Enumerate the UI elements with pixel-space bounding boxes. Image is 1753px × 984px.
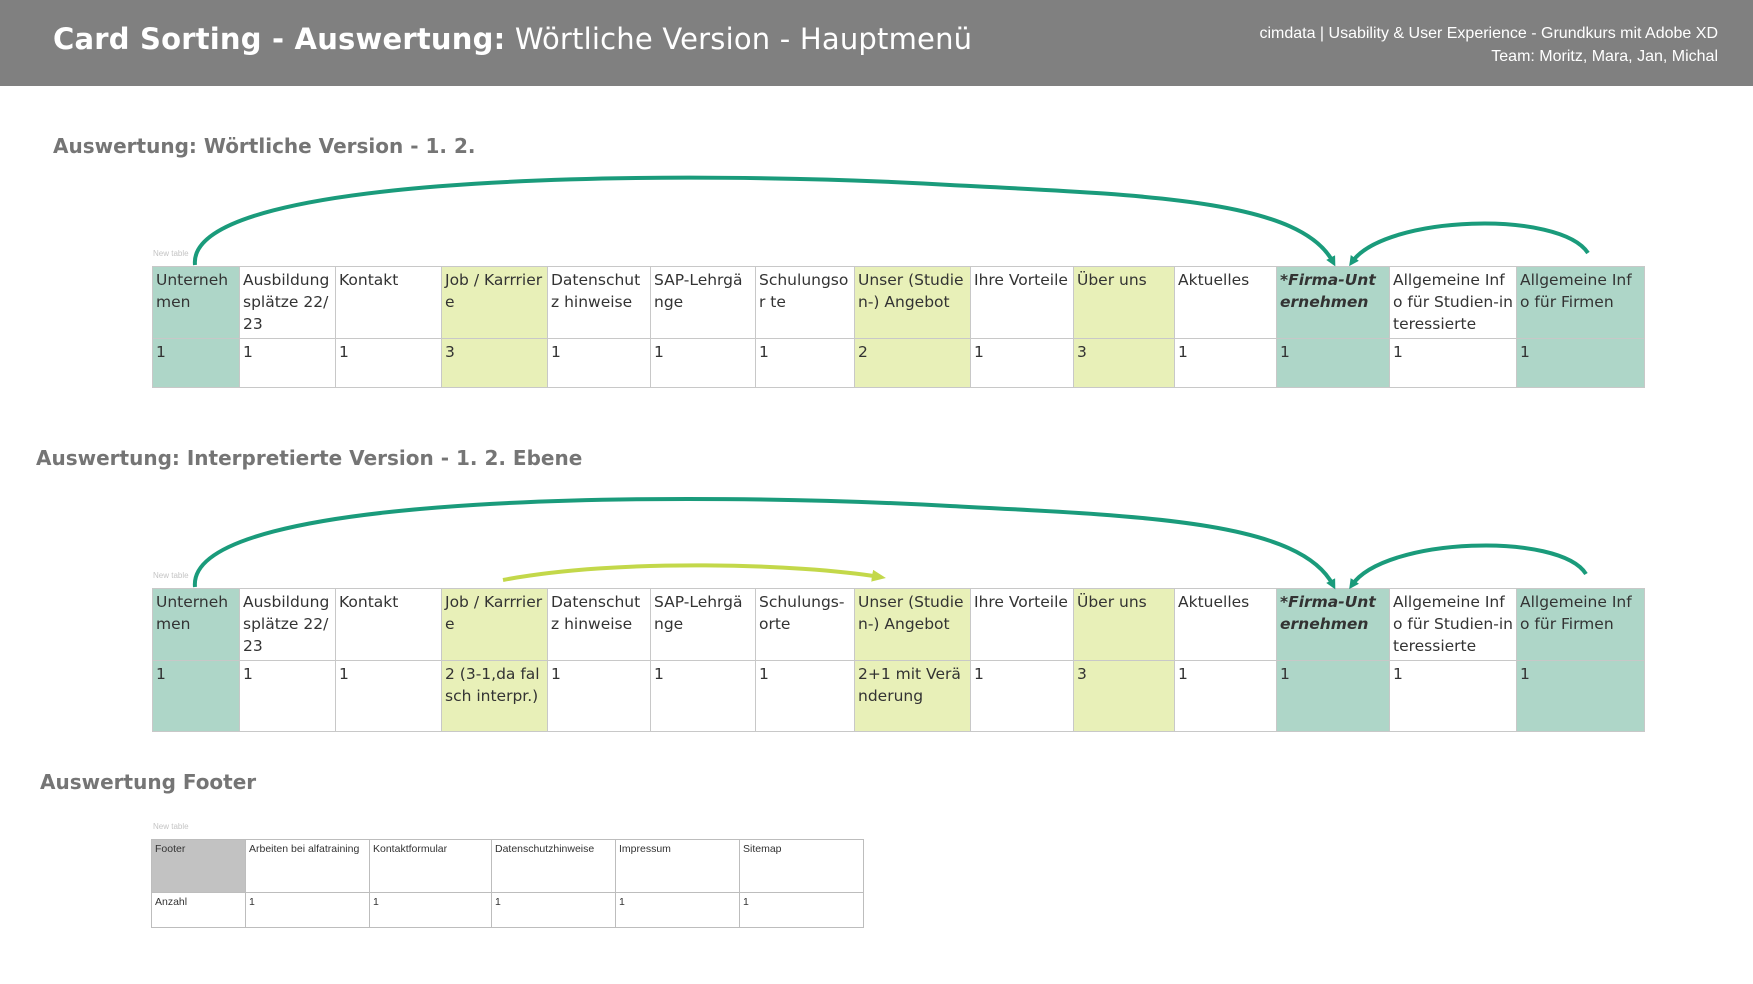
- table-header-cell: Ihre Vorteile: [970, 588, 1074, 661]
- table-header-cell: Aktuelles: [1174, 588, 1277, 661]
- table-header-cell: Arbeiten bei alfatraining: [245, 839, 370, 893]
- literal-section-title: Auswertung: Wörtliche Version - 1. 2.: [53, 134, 476, 158]
- table-value-cell: 1: [239, 660, 336, 732]
- table-value-cell: 1: [970, 338, 1074, 388]
- table-value-cell: 1: [1389, 338, 1517, 388]
- table-header-cell: Job / Karrriere: [441, 588, 548, 661]
- table-value-cell: 1: [547, 660, 651, 732]
- table-value-cell: 1: [1276, 338, 1390, 388]
- table-header-cell: Job / Karrriere: [441, 266, 548, 339]
- table-value-cell: 1: [335, 338, 442, 388]
- table-value-cell: 1: [245, 892, 370, 928]
- table-value-cell: 3: [1073, 660, 1175, 732]
- arrow-unternehmen-to-firma: [192, 175, 1336, 267]
- table-header-cell: Aktuelles: [1174, 266, 1277, 339]
- course-info: cimdata | Usability & User Experience - …: [1259, 25, 1718, 42]
- table-value-cell: 1: [1174, 338, 1277, 388]
- table-value-cell: 2 (3-1,da falsch interpr.): [441, 660, 548, 732]
- table-value-cell: 1: [491, 892, 616, 928]
- interpreted-section-title: Auswertung: Interpretierte Version - 1. …: [36, 446, 583, 470]
- table-header-cell: Schulungsor te: [755, 266, 855, 339]
- table-header-cell: Ausbildung splätze 22/23: [239, 588, 336, 661]
- table-value-cell: 1: [1389, 660, 1517, 732]
- footer-section-title: Auswertung Footer: [40, 770, 257, 794]
- table-value-cell: 1: [547, 338, 651, 388]
- table-header-cell: Kontakt: [335, 266, 442, 339]
- table-header-cell: Footer: [151, 839, 246, 893]
- table-header-cell: Ausbildung splätze 22/23: [239, 266, 336, 339]
- table-header-cell: Kontaktformular: [369, 839, 492, 893]
- table-header-cell: Unser (Studien-) Angebot: [854, 588, 971, 661]
- interpreted-table: Unterneh men Ausbildung splätze 22/23 Ko…: [152, 588, 1645, 732]
- new-table-label: New table: [153, 571, 189, 580]
- table-header-cell: Über uns: [1073, 588, 1175, 661]
- footer-table: Footer Arbeiten bei alfatraining Kontakt…: [151, 839, 864, 928]
- table-value-cell: 2+1 mit Veränderung: [854, 660, 971, 732]
- title-bold: Card Sorting - Auswertung:: [53, 22, 506, 56]
- table-header-cell: Kontakt: [335, 588, 442, 661]
- table-value-cell: 3: [1073, 338, 1175, 388]
- table-value-cell: 1: [755, 338, 855, 388]
- table-header-cell: Allgemeine Info für Studien-interessiert…: [1389, 588, 1517, 661]
- new-table-label: New table: [153, 249, 189, 258]
- table-value-cell: 1: [239, 338, 336, 388]
- arrow-info-firmen-to-firma-2: [1349, 543, 1588, 590]
- title-light: Wörtliche Version - Hauptmenü: [514, 22, 973, 56]
- table-header-cell: Ihre Vorteile: [970, 266, 1074, 339]
- table-header-cell: Schulungs-orte: [755, 588, 855, 661]
- table-header-cell: *Firma-Unternehmen: [1276, 588, 1390, 661]
- header-bar: Card Sorting - Auswertung: Wörtliche Ver…: [0, 0, 1753, 86]
- table-value-cell: 1: [152, 660, 240, 732]
- arrow-unternehmen-to-firma-2: [192, 496, 1336, 590]
- table-header-cell: SAP-Lehrgänge: [650, 588, 756, 661]
- table-header-cell: Allgemeine Info für Firmen: [1516, 588, 1645, 661]
- table-value-cell: 1: [650, 338, 756, 388]
- table-header-cell: Sitemap: [739, 839, 864, 893]
- table-value-cell: 1: [739, 892, 864, 928]
- table-value-cell: 2: [854, 338, 971, 388]
- table-value-cell: 1: [335, 660, 442, 732]
- team-info: Team: Moritz, Mara, Jan, Michal: [1491, 48, 1718, 65]
- table-value-cell: 3: [441, 338, 548, 388]
- table-header-cell: Unterneh men: [152, 588, 240, 661]
- table-value-cell: Anzahl: [151, 892, 246, 928]
- table-value-cell: 1: [1516, 338, 1645, 388]
- table-header-cell: SAP-Lehrgänge: [650, 266, 756, 339]
- table-header-cell: Unser (Studien-) Angebot: [854, 266, 971, 339]
- table-header-cell: *Firma-Unternehmen: [1276, 266, 1390, 339]
- new-table-label: New table: [153, 822, 189, 831]
- header-meta: cimdata | Usability & User Experience - …: [1259, 22, 1718, 68]
- table-value-cell: 1: [369, 892, 492, 928]
- table-value-cell: 1: [650, 660, 756, 732]
- table-value-cell: 1: [152, 338, 240, 388]
- table-header-cell: Datenschutzhinweise: [491, 839, 616, 893]
- table-value-cell: 1: [970, 660, 1074, 732]
- table-header-cell: Datenschutz hinweise: [547, 588, 651, 661]
- table-value-cell: 1: [1516, 660, 1645, 732]
- literal-table: Unterneh men Ausbildung splätze 22/23 Ko…: [152, 266, 1645, 388]
- table-value-cell: 1: [1174, 660, 1277, 732]
- table-header-cell: Impressum: [615, 839, 740, 893]
- table-value-cell: 1: [755, 660, 855, 732]
- arrow-info-firmen-to-firma: [1349, 221, 1590, 267]
- table-value-cell: 1: [1276, 660, 1390, 732]
- arrow-job-to-angebot: [502, 563, 886, 582]
- table-header-cell: Datenschutz hinweise: [547, 266, 651, 339]
- table-value-cell: 1: [615, 892, 740, 928]
- table-header-cell: Unterneh men: [152, 266, 240, 339]
- table-header-cell: Über uns: [1073, 266, 1175, 339]
- table-header-cell: Allgemeine Info für Firmen: [1516, 266, 1645, 339]
- table-header-cell: Allgemeine Info für Studien-interessiert…: [1389, 266, 1517, 339]
- page-title: Card Sorting - Auswertung: Wörtliche Ver…: [53, 22, 972, 56]
